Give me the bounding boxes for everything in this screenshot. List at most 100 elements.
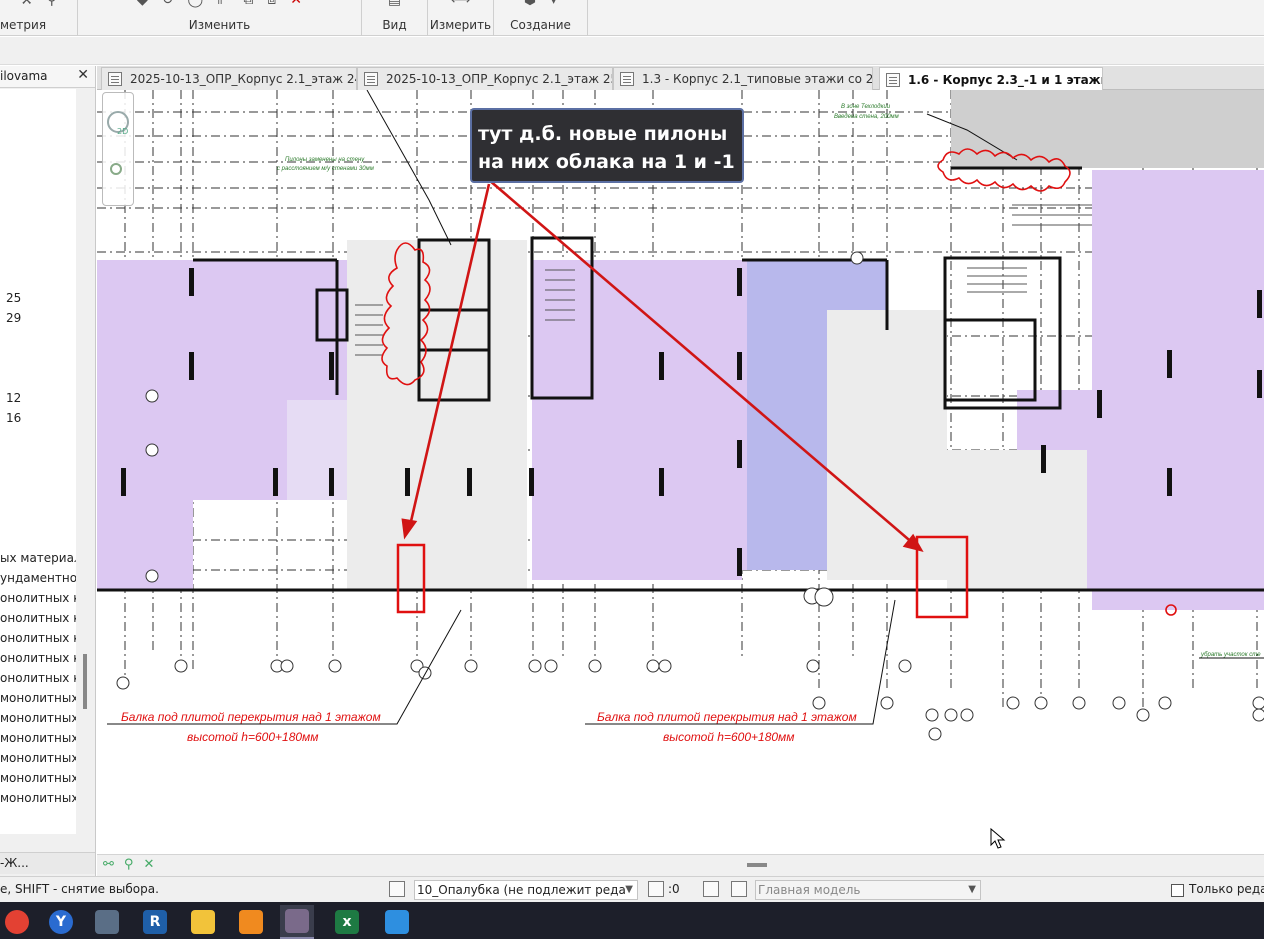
copy-icon: ⧉ xyxy=(243,0,254,8)
taskbar-excel[interactable]: x xyxy=(330,905,364,939)
editable-icon[interactable] xyxy=(648,881,664,897)
tab-typical-floors[interactable]: 1.3 - Корпус 2.1_типовые этажи со 2... xyxy=(613,67,873,90)
design-option-value: Главная модель xyxy=(758,883,861,897)
navigation-bar[interactable]: 2D xyxy=(102,92,134,206)
view-tabs: 2025-10-13_ОПР_Корпус 2.1_этаж 24 2025-1… xyxy=(97,66,1264,91)
ribbon-group-label: Изменить xyxy=(188,18,251,32)
delete-icon: ✕ xyxy=(290,0,303,8)
ribbon-group-view[interactable]: ▤ Вид xyxy=(362,0,428,36)
mouse-cursor-icon xyxy=(990,827,1006,849)
list-item[interactable]: монолитных xyxy=(0,789,76,807)
green-note: Пилоны заменены на стену xyxy=(285,157,365,163)
list-item[interactable]: ых материал xyxy=(0,549,76,567)
wrench-icon: ⚒ xyxy=(20,0,33,8)
list-item[interactable]: 29 xyxy=(6,309,76,327)
ribbon-group-geometry[interactable]: ⚒ ⚲ метрия xyxy=(0,0,78,36)
callout-line: тут д.б. новые пилоны xyxy=(478,123,728,145)
design-option-icon[interactable] xyxy=(731,881,747,897)
zoom-icon[interactable] xyxy=(110,163,122,175)
callout-line: на них облака на 1 и -1 xyxy=(478,151,735,173)
app-orange-icon xyxy=(239,910,263,934)
revit-active-icon xyxy=(285,909,309,933)
tab-label: 2025-10-13_ОПР_Корпус 2.1_этаж 25 xyxy=(386,72,613,86)
options-bar xyxy=(0,37,1264,65)
workset-icon[interactable]: ⚯ xyxy=(103,857,114,872)
taskbar-orange-app[interactable] xyxy=(234,905,268,939)
beam-note-1b: высотой h=600+180мм xyxy=(187,730,319,744)
taskbar-explorer[interactable] xyxy=(186,905,220,939)
magnify-icon: ⚲ xyxy=(46,0,57,8)
browser-tree[interactable]: 25 29 12 16 ых материал ундаментной онол… xyxy=(0,89,76,834)
sheet-icon xyxy=(108,72,122,86)
ribbon: ⚒ ⚲ метрия ◆ ↻ ◯ ⊩ ⧉ ⧈ ✕ Изменить ▤ Вид ⟷ Измер… xyxy=(0,0,1264,36)
list-item[interactable]: монолитных xyxy=(0,729,76,747)
ribbon-group-measure[interactable]: ⟷ Измерить xyxy=(428,0,494,36)
panel-scrollbar[interactable] xyxy=(77,89,95,834)
green-note: убрать участок сте xyxy=(1200,652,1261,658)
photos-icon xyxy=(385,910,409,934)
filter-icon[interactable]: ✕ xyxy=(143,857,154,872)
green-note: В зоне Техлодкии xyxy=(841,104,891,110)
list-item[interactable]: монолитных xyxy=(0,689,76,707)
tab-label: 1.6 - Корпус 2.3_-1 и 1 этажи xyxy=(908,72,1103,87)
tab-building-2-3[interactable]: 1.6 - Корпус 2.3_-1 и 1 этажи ✕ xyxy=(879,67,1103,91)
ribbon-group-label: Измерить xyxy=(429,18,492,32)
list-item[interactable]: 25 xyxy=(6,289,76,307)
folder-icon xyxy=(191,910,215,934)
workset-select[interactable]: 10_Опалубка (не подлежит реда ▼ xyxy=(414,880,638,900)
list-item[interactable]: монолитных xyxy=(0,769,76,787)
floor-plan-drawing: Балка под плитой перекрытия над 1 этажом… xyxy=(97,90,1264,744)
taskbar-chrome[interactable] xyxy=(0,905,34,939)
plan-view-icon xyxy=(886,72,900,87)
editable-only-label: Только реда xyxy=(1189,882,1264,896)
revit-window: ⚒ ⚲ метрия ◆ ↻ ◯ ⊩ ⧉ ⧈ ✕ Изменить ▤ Вид ⟷ Измер… xyxy=(0,0,1264,939)
ribbon-group-label: метрия xyxy=(0,18,47,32)
worksharing-icon[interactable] xyxy=(703,881,719,897)
panel-title: ilovama xyxy=(0,69,48,83)
panel-footer-tab[interactable]: -Ж... xyxy=(0,852,95,874)
list-item[interactable]: 16 xyxy=(6,409,76,427)
list-item[interactable]: онолитных к xyxy=(0,589,76,607)
list-item[interactable]: монолитных xyxy=(0,749,76,767)
close-icon[interactable]: ✕ xyxy=(77,67,89,83)
paint-icon: ◆ xyxy=(136,0,148,8)
workset-value: 10_Опалубка (не подлежит реда xyxy=(417,883,626,897)
view-icon: ▤ xyxy=(387,0,402,8)
list-item[interactable]: ундаментной xyxy=(0,569,76,587)
list-item[interactable]: онолитных к xyxy=(0,609,76,627)
panel-header: ilovama ✕ xyxy=(0,66,95,88)
list-item[interactable]: онолитных к xyxy=(0,649,76,667)
taskbar-revit-active[interactable] xyxy=(280,905,314,939)
green-note: Введена стена, 200мм xyxy=(834,114,899,120)
ribbon-group-create[interactable]: ⬢ ▾ Создание xyxy=(494,0,588,36)
drawing-canvas[interactable]: Балка под плитой перекрытия над 1 этажом… xyxy=(97,90,1264,854)
create-icon: ⬢ xyxy=(523,0,537,8)
ribbon-group-modify[interactable]: ◆ ↻ ◯ ⊩ ⧉ ⧈ ✕ Изменить xyxy=(78,0,362,36)
list-item[interactable]: онолитных к xyxy=(0,669,76,687)
chevron-down-icon: ▼ xyxy=(625,884,633,895)
workset-icon xyxy=(389,881,405,897)
dropdown-icon: ▾ xyxy=(550,0,558,8)
design-option-select[interactable]: Главная модель ▼ xyxy=(755,880,981,900)
scrollbar-thumb[interactable] xyxy=(83,654,87,709)
green-note: с расстоянием м/у стенами 30мм xyxy=(277,166,374,172)
taskbar-revit-old[interactable] xyxy=(90,905,124,939)
taskbar: Y R x xyxy=(0,902,1264,939)
tab-floor-25[interactable]: 2025-10-13_ОПР_Корпус 2.1_этаж 25 xyxy=(357,67,613,90)
editable-only-checkbox[interactable] xyxy=(1171,884,1184,897)
panel-footer-label: -Ж... xyxy=(0,856,29,870)
list-item[interactable]: монолитных xyxy=(0,709,76,727)
pin-icon[interactable]: ⚲ xyxy=(124,857,134,872)
taskbar-revit[interactable]: R xyxy=(138,905,172,939)
list-item[interactable]: 12 xyxy=(6,389,76,407)
status-hint: е, SHIFT - снятие выбора. xyxy=(0,882,159,896)
tab-floor-24[interactable]: 2025-10-13_ОПР_Корпус 2.1_этаж 24 xyxy=(101,67,357,90)
project-browser-panel: ilovama ✕ 25 29 12 16 ых материал ундаме… xyxy=(0,66,96,876)
sheet-icon xyxy=(364,72,378,86)
list-item[interactable]: онолитных к xyxy=(0,629,76,647)
align-icon: ⊩ xyxy=(217,0,230,8)
chrome-icon xyxy=(5,910,29,934)
taskbar-photos[interactable] xyxy=(380,905,414,939)
horizontal-scroll-grip[interactable] xyxy=(747,863,767,867)
taskbar-yandex[interactable]: Y xyxy=(44,905,78,939)
